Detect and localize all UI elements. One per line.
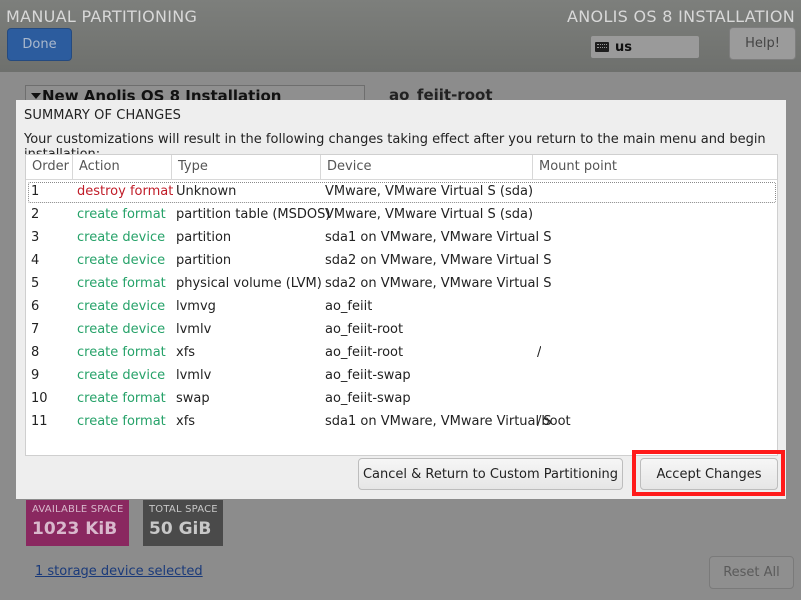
changes-table: Order Action Type Device Mount point 1 de… (25, 154, 778, 456)
cell-device: VMware, VMware Virtual S (sda) (325, 184, 534, 199)
keyboard-icon (595, 42, 609, 52)
column-header-action[interactable]: Action (73, 155, 172, 179)
cell-order: 8 (31, 345, 40, 360)
column-header-type[interactable]: Type (172, 155, 321, 179)
cell-order: 10 (31, 391, 48, 406)
table-row[interactable]: 1 destroy format Unknown VMware, VMware Vir… (26, 180, 777, 203)
cell-type: partition (176, 253, 232, 268)
product-title: ANOLIS OS 8 INSTALLATION (567, 7, 795, 26)
table-header: Order Action Type Device Mount point (26, 155, 777, 180)
table-row[interactable]: 10 create format swap ao_feiit-swap (26, 387, 777, 410)
available-space-value: 1023 KiB (32, 519, 118, 539)
table-row[interactable]: 5 create format physical volume (LVM) sda2 … (26, 272, 777, 295)
cell-action: create device (77, 299, 166, 314)
cell-device: sda2 on VMware, VMware Virtual S (325, 276, 552, 291)
cell-action: create format (77, 345, 166, 360)
dialog-title: SUMMARY OF CHANGES (24, 108, 182, 123)
cell-device: ao_feiit (325, 299, 373, 314)
cell-device: ao_feiit-root (325, 345, 404, 360)
cell-type: Unknown (176, 184, 237, 199)
cell-device: sda2 on VMware, VMware Virtual S (325, 253, 552, 268)
cell-order: 3 (31, 230, 40, 245)
available-space-label: AVAILABLE SPACE (32, 504, 124, 515)
cell-order: 2 (31, 207, 40, 222)
cell-action: create device (77, 368, 166, 383)
cell-order: 4 (31, 253, 40, 268)
cell-action: create format (77, 276, 166, 291)
cell-order: 5 (31, 276, 40, 291)
cell-order: 7 (31, 322, 40, 337)
done-button[interactable]: Done (7, 28, 72, 61)
cell-action: destroy format (77, 184, 174, 199)
cell-device: ao_feiit-swap (325, 368, 411, 383)
cell-device: sda1 on VMware, VMware Virtual S (325, 414, 552, 429)
column-header-order[interactable]: Order (26, 155, 73, 179)
table-row[interactable]: 9 create device lvmlv ao_feiit-swap (26, 364, 777, 387)
cell-action: create format (77, 207, 166, 222)
cell-action: create format (77, 391, 166, 406)
cell-type: lvmvg (176, 299, 216, 314)
help-button[interactable]: Help! (729, 27, 796, 60)
cell-type: swap (176, 391, 210, 406)
cell-order: 6 (31, 299, 40, 314)
installer-header: MANUAL PARTITIONING ANOLIS OS 8 INSTALLA… (0, 0, 801, 72)
cell-device: VMware, VMware Virtual S (sda) (325, 207, 534, 222)
cell-device: ao_feiit-root (325, 322, 404, 337)
cell-order: 11 (31, 414, 48, 429)
cell-action: create device (77, 230, 166, 245)
cell-type: lvmlv (176, 322, 212, 337)
cell-device: ao_feiit-swap (325, 391, 411, 406)
table-row[interactable]: 4 create device partition sda2 on VMware, V… (26, 249, 777, 272)
column-header-device[interactable]: Device (321, 155, 533, 179)
cell-order: 9 (31, 368, 40, 383)
cell-type: partition table (MSDOS) (176, 207, 331, 222)
cell-mount-point: / (537, 345, 542, 360)
table-row[interactable]: 11 create format xfs sda1 on VMware, VMware… (26, 410, 777, 433)
available-space-box: AVAILABLE SPACE 1023 KiB (26, 500, 129, 546)
table-body: 1 destroy format Unknown VMware, VMware Vir… (26, 180, 777, 433)
cell-type: xfs (176, 345, 196, 360)
cell-action: create device (77, 253, 166, 268)
total-space-box: TOTAL SPACE 50 GiB (143, 500, 223, 546)
cell-type: xfs (176, 414, 196, 429)
table-row[interactable]: 2 create format partition table (MSDOS) VMw… (26, 203, 777, 226)
cancel-return-button[interactable]: Cancel & Return to Custom Partitioning (358, 458, 623, 490)
cell-type: lvmlv (176, 368, 212, 383)
total-space-label: TOTAL SPACE (149, 504, 218, 515)
summary-of-changes-dialog: SUMMARY OF CHANGES Your customizations w… (16, 100, 786, 499)
storage-device-link[interactable]: 1 storage device selected (35, 564, 203, 579)
table-row[interactable]: 6 create device lvmvg ao_feiit (26, 295, 777, 318)
cell-type: partition (176, 230, 232, 245)
total-space-value: 50 GiB (149, 519, 212, 539)
table-row[interactable]: 3 create device partition sda1 on VMware, V… (26, 226, 777, 249)
keyboard-layout-indicator[interactable]: us (591, 36, 699, 58)
cell-device: sda1 on VMware, VMware Virtual S (325, 230, 552, 245)
cell-order: 1 (31, 184, 40, 199)
cell-action: create device (77, 322, 166, 337)
table-row[interactable]: 8 create format xfs ao_feiit-root / (26, 341, 777, 364)
page-title: MANUAL PARTITIONING (6, 7, 198, 26)
cell-action: create format (77, 414, 166, 429)
table-row[interactable]: 7 create device lvmlv ao_feiit-root (26, 318, 777, 341)
keyboard-layout-label: us (615, 39, 632, 55)
column-header-mount-point[interactable]: Mount point (533, 155, 777, 179)
accept-changes-button[interactable]: Accept Changes (640, 458, 778, 490)
cell-mount-point: /boot (537, 414, 571, 429)
cell-type: physical volume (LVM) (176, 276, 322, 291)
reset-all-button[interactable]: Reset All (709, 556, 794, 589)
